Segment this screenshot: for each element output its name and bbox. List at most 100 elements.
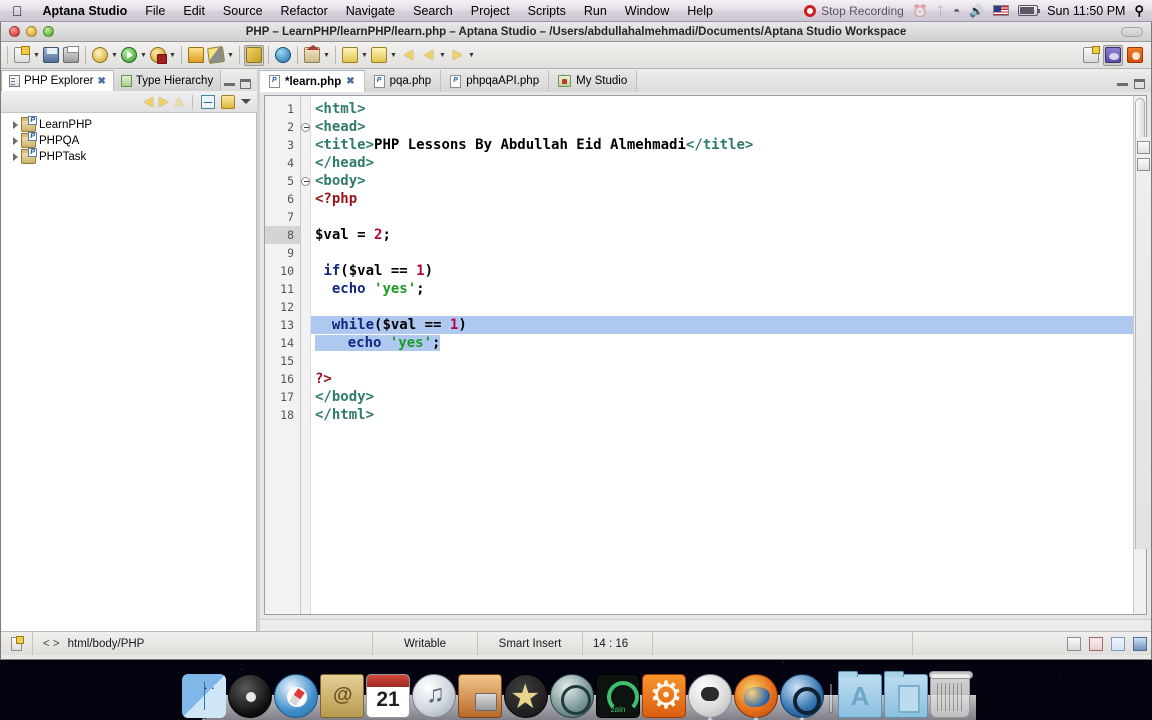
forward-button[interactable] [447,45,467,66]
status-new-resource[interactable] [1,632,33,655]
tree-item-phpqa[interactable]: PHPQA [1,131,256,149]
next-annotation-dropdown-icon[interactable]: ▼ [360,52,369,59]
back-arrow-icon[interactable] [144,96,153,107]
toolbar-toggle-button[interactable] [1121,27,1143,37]
menu-item-project[interactable]: Project [462,0,519,22]
tab-type-hierarchy[interactable]: Type Hierarchy [113,70,222,91]
forward-dropdown-icon[interactable]: ▼ [467,52,476,59]
external-tools-dropdown-icon[interactable]: ▼ [226,52,235,59]
code-text-area[interactable]: <html> <head> <title>PHP Lessons By Abdull… [311,96,1146,614]
dock-item-zain[interactable] [596,674,640,718]
wifi-icon[interactable]: ◓ [953,4,960,18]
fold-toggle-icon[interactable] [301,118,310,136]
backward-button[interactable] [418,45,438,66]
editor-horizontal-scrollbar[interactable] [260,619,1151,631]
profile-dropdown-icon[interactable]: ▼ [168,52,177,59]
dock-item-system-preferences[interactable] [642,673,686,719]
dock-item-safari[interactable] [274,674,318,718]
collapse-icon[interactable] [301,122,310,132]
dock-item-imovie[interactable] [504,674,548,718]
zoom-button[interactable] [43,26,54,37]
tab-learn-php[interactable]: *learn.php ✖ [260,70,365,92]
apple-logo-icon[interactable]:  [0,4,34,18]
code-line[interactable]: ?> [311,370,1146,388]
project-tree[interactable]: LearnPHP PHPQA PHPTask [1,113,257,631]
breadcrumb[interactable]: < > html/body/PHP [33,632,373,655]
menu-item-app-name[interactable]: Aptana Studio [34,0,137,22]
status-insert-mode[interactable]: Smart Insert [478,632,583,655]
code-line[interactable]: <?php [311,190,1146,208]
menu-item-help[interactable]: Help [678,0,722,22]
battery-icon[interactable] [1018,5,1041,16]
menu-item-file[interactable]: File [136,0,174,22]
chevron-down-icon[interactable] [241,99,251,104]
code-line[interactable]: $val = 2; [311,226,1146,244]
snippets-view-icon[interactable] [1137,158,1150,171]
stop-recording-button[interactable]: Stop Recording [804,4,904,18]
timemachine-icon[interactable]: ⏰ [913,4,928,18]
home-button[interactable] [302,45,322,66]
collapse-icon[interactable] [301,176,310,186]
minimize-button[interactable] [26,26,37,37]
tree-item-phptask[interactable]: PHPTask [1,147,256,165]
back-history-button[interactable] [398,45,418,66]
run-dropdown-icon[interactable]: ▼ [139,52,148,59]
menu-item-edit[interactable]: Edit [174,0,214,22]
run-button[interactable] [119,45,139,66]
annotation-icon[interactable] [1089,636,1103,651]
fold-toggle-icon[interactable] [301,172,310,190]
code-line[interactable] [311,208,1146,226]
dock-item-trash[interactable] [929,671,973,718]
prev-annotation-button[interactable] [369,45,389,66]
code-line[interactable]: <head> [311,118,1146,136]
folding-column[interactable] [301,96,311,614]
preview-button[interactable] [244,44,264,66]
dock-item-time-machine[interactable] [550,674,594,718]
maximize-view-button[interactable] [240,79,251,89]
debug-dropdown-icon[interactable]: ▼ [110,52,119,59]
new-file-button[interactable] [12,45,32,66]
code-line[interactable]: <body> [311,172,1146,190]
dock-item-finder[interactable] [182,674,226,720]
open-browser-button[interactable] [273,45,293,66]
menu-item-source[interactable]: Source [214,0,272,22]
perspective-php-button[interactable] [1103,44,1123,66]
volume-icon[interactable]: 🔊 [969,4,984,18]
bluetooth-icon[interactable]: ᛏ [937,4,944,18]
expand-arrow-icon[interactable] [13,137,18,145]
dock-item-applications-folder[interactable] [838,671,882,718]
dock-item-dashboard[interactable] [228,674,272,718]
code-line[interactable] [311,352,1146,370]
dock-item-firefox[interactable] [734,674,778,720]
open-folder-button[interactable] [186,45,206,66]
menu-item-navigate[interactable]: Navigate [337,0,404,22]
code-line[interactable] [311,244,1146,262]
menu-item-window[interactable]: Window [616,0,678,22]
code-line[interactable]: echo 'yes'; [311,334,1146,352]
prev-annotation-dropdown-icon[interactable]: ▼ [389,52,398,59]
dock-item-documents-folder[interactable] [884,671,928,718]
code-line[interactable]: if($val == 1) [311,262,1146,280]
menu-item-run[interactable]: Run [575,0,616,22]
menubar-clock[interactable]: Sun 11:50 PM [1047,4,1125,18]
menu-item-search[interactable]: Search [404,0,462,22]
perspective-studio-button[interactable] [1125,45,1145,66]
dock-item-ical[interactable] [366,674,410,718]
panel-icon[interactable] [1067,636,1081,651]
debug-button[interactable] [90,45,110,66]
code-line[interactable]: </html> [311,406,1146,424]
open-perspective-button[interactable] [1081,45,1101,66]
code-line[interactable] [311,298,1146,316]
backward-dropdown-icon[interactable]: ▼ [438,52,447,59]
tree-item-learnphp[interactable]: LearnPHP [1,115,256,133]
up-folder-icon[interactable] [174,97,184,106]
code-line[interactable]: <html> [311,100,1146,118]
dock-item-quicktime[interactable] [780,674,824,720]
new-file-dropdown-icon[interactable]: ▼ [32,52,41,59]
menu-item-refactor[interactable]: Refactor [272,0,337,22]
tab-phpqaapi-php[interactable]: phpqaAPI.php [441,70,550,92]
dock-item-itunes[interactable] [412,674,456,718]
code-line[interactable]: <title>PHP Lessons By Abdullah Eid Almeh… [311,136,1146,154]
tasks-icon[interactable] [1111,636,1125,651]
code-line[interactable]: </body> [311,388,1146,406]
